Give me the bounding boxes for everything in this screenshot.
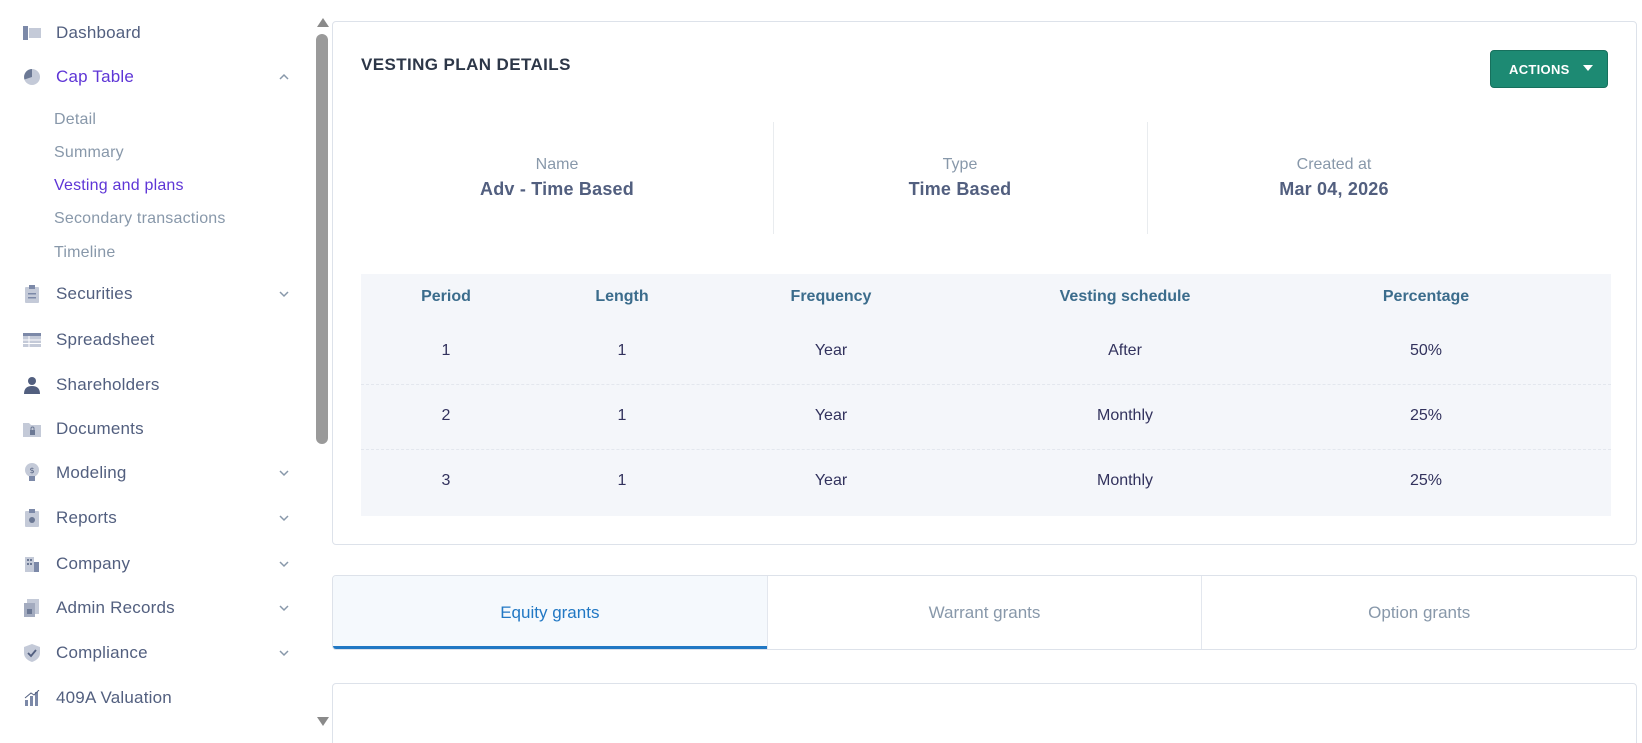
sidebar-item-label: Company (56, 554, 131, 573)
column-header-percentage: Percentage (1382, 288, 1470, 305)
sidebar-item-label: Dashboard (56, 23, 141, 42)
sidebar-item-409a-valuation[interactable]: 409A Valuation (22, 684, 300, 712)
grants-content-card (332, 683, 1637, 743)
sidebar-item-securities[interactable]: Securities (22, 280, 300, 308)
sidebar-item-label: Shareholders (56, 375, 160, 394)
grants-tabs: Equity grants Warrant grants Option gran… (332, 575, 1637, 650)
table-row: 1 1 Year After 50% (361, 320, 1611, 385)
chevron-down-icon[interactable] (278, 558, 290, 570)
vesting-plan-details-card: VESTING PLAN DETAILS ACTIONS Name Adv - … (332, 21, 1637, 545)
plan-name-field: Name Adv - Time Based (361, 122, 753, 234)
page-title: VESTING PLAN DETAILS (361, 55, 571, 74)
plan-info: Name Adv - Time Based Type Time Based Cr… (361, 122, 1611, 234)
cell-percentage: 25% (1409, 472, 1443, 489)
cell-vesting-schedule: Monthly (1096, 472, 1154, 489)
cell-length: 1 (617, 407, 627, 424)
cell-period: 3 (441, 472, 451, 489)
svg-text:$: $ (29, 466, 34, 475)
sidebar-item-reports[interactable]: Reports (22, 504, 300, 532)
field-label: Created at (1296, 156, 1372, 173)
cell-length: 1 (617, 472, 627, 489)
scroll-thumb[interactable] (316, 34, 328, 444)
sidebar-sub-secondary-transactions[interactable]: Secondary transactions (54, 210, 226, 228)
shield-check-icon (22, 643, 42, 663)
sidebar-item-shareholders[interactable]: Shareholders (22, 371, 300, 399)
cell-percentage: 25% (1409, 407, 1443, 424)
sidebar-item-label: Spreadsheet (56, 330, 155, 349)
cell-percentage: 50% (1409, 342, 1443, 359)
sidebar-sub-summary[interactable]: Summary (54, 144, 124, 162)
report-icon (22, 508, 42, 528)
field-value: Mar 04, 2026 (1279, 179, 1389, 199)
cell-frequency: Year (814, 472, 848, 489)
cell-length: 1 (617, 342, 627, 359)
sidebar-item-dashboard[interactable]: Dashboard (22, 19, 300, 47)
table-icon (22, 330, 42, 350)
tab-option-grants[interactable]: Option grants (1202, 576, 1636, 649)
field-label: Type (942, 156, 978, 173)
caret-down-icon (1583, 65, 1593, 71)
chevron-down-icon[interactable] (278, 512, 290, 524)
dashboard-icon (22, 23, 42, 43)
vesting-schedule-table: Period Length Frequency Vesting schedule… (361, 274, 1611, 516)
sidebar-item-label: Reports (56, 508, 117, 527)
tab-equity-grants[interactable]: Equity grants (333, 576, 768, 649)
sidebar-scrollbar[interactable] (314, 14, 330, 726)
sidebar-sub-timeline[interactable]: Timeline (54, 244, 115, 262)
bar-chart-icon (22, 688, 42, 708)
sidebar-item-label: 409A Valuation (56, 688, 172, 707)
sidebar-item-label: Compliance (56, 643, 148, 662)
clipboard-icon (22, 284, 42, 304)
scroll-down-arrow-icon[interactable] (317, 717, 329, 726)
sidebar-item-label: Cap Table (56, 67, 135, 86)
lightbulb-icon: $ (22, 463, 42, 483)
pie-chart-icon (22, 67, 42, 87)
table-row: 2 1 Year Monthly 25% (361, 385, 1611, 450)
cell-frequency: Year (814, 407, 848, 424)
field-label: Name (535, 156, 579, 173)
sidebar-item-documents[interactable]: Documents (22, 415, 300, 443)
chevron-down-icon[interactable] (278, 288, 290, 300)
sidebar-item-label: Modeling (56, 463, 127, 482)
column-header-period: Period (421, 288, 471, 305)
sidebar-sub-detail[interactable]: Detail (54, 111, 96, 129)
plan-type-field: Type Time Based (773, 122, 1147, 234)
cell-vesting-schedule: After (1108, 342, 1142, 359)
tab-warrant-grants[interactable]: Warrant grants (768, 576, 1203, 649)
table-row: 3 1 Year Monthly 25% (361, 450, 1611, 515)
sidebar: Dashboard Cap Table Detail Summary Vesti… (0, 0, 329, 743)
column-header-frequency: Frequency (790, 288, 872, 305)
column-header-vesting-schedule: Vesting schedule (1059, 288, 1191, 305)
sidebar-item-admin-records[interactable]: Admin Records (22, 594, 300, 622)
field-value: Time Based (908, 179, 1012, 199)
chevron-down-icon[interactable] (278, 602, 290, 614)
actions-button-label: ACTIONS (1509, 61, 1570, 77)
cell-frequency: Year (814, 342, 848, 359)
sidebar-item-label: Documents (56, 419, 144, 438)
sidebar-item-label: Securities (56, 284, 133, 303)
sidebar-item-label: Admin Records (56, 598, 175, 617)
sidebar-sub-vesting-and-plans[interactable]: Vesting and plans (54, 177, 184, 195)
sidebar-item-compliance[interactable]: Compliance (22, 639, 300, 667)
cell-period: 1 (441, 342, 451, 359)
created-at-field: Created at Mar 04, 2026 (1147, 122, 1521, 234)
cell-vesting-schedule: Monthly (1096, 407, 1154, 424)
building-icon (22, 554, 42, 574)
chevron-down-icon[interactable] (278, 647, 290, 659)
folder-lock-icon (22, 419, 42, 439)
column-header-length: Length (595, 288, 649, 305)
actions-dropdown-button[interactable]: ACTIONS (1490, 50, 1608, 88)
sidebar-item-company[interactable]: Company (22, 550, 300, 578)
table-header: Period Length Frequency Vesting schedule… (361, 274, 1611, 320)
sidebar-item-cap-table[interactable]: Cap Table (22, 63, 300, 91)
sidebar-item-modeling[interactable]: $ Modeling (22, 459, 300, 487)
scroll-up-arrow-icon[interactable] (317, 18, 329, 27)
field-value: Adv - Time Based (480, 179, 634, 199)
chevron-up-icon[interactable] (278, 71, 290, 83)
person-icon (22, 375, 42, 395)
cell-period: 2 (441, 407, 451, 424)
admin-records-icon (22, 598, 42, 618)
sidebar-item-spreadsheet[interactable]: Spreadsheet (22, 326, 300, 354)
chevron-down-icon[interactable] (278, 467, 290, 479)
